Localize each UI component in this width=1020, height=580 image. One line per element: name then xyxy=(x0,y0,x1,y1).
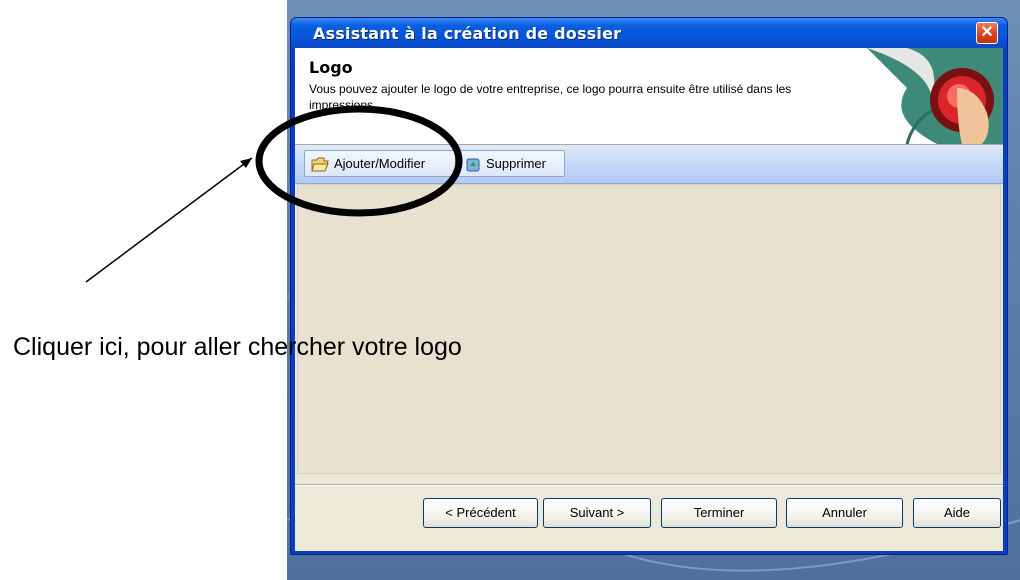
annotation-overlay xyxy=(85,105,463,283)
annotation-caption: Cliquer ici, pour aller chercher votre l… xyxy=(13,333,462,361)
annotation-arrow-line xyxy=(85,157,253,283)
highlight-ellipse xyxy=(255,105,463,217)
